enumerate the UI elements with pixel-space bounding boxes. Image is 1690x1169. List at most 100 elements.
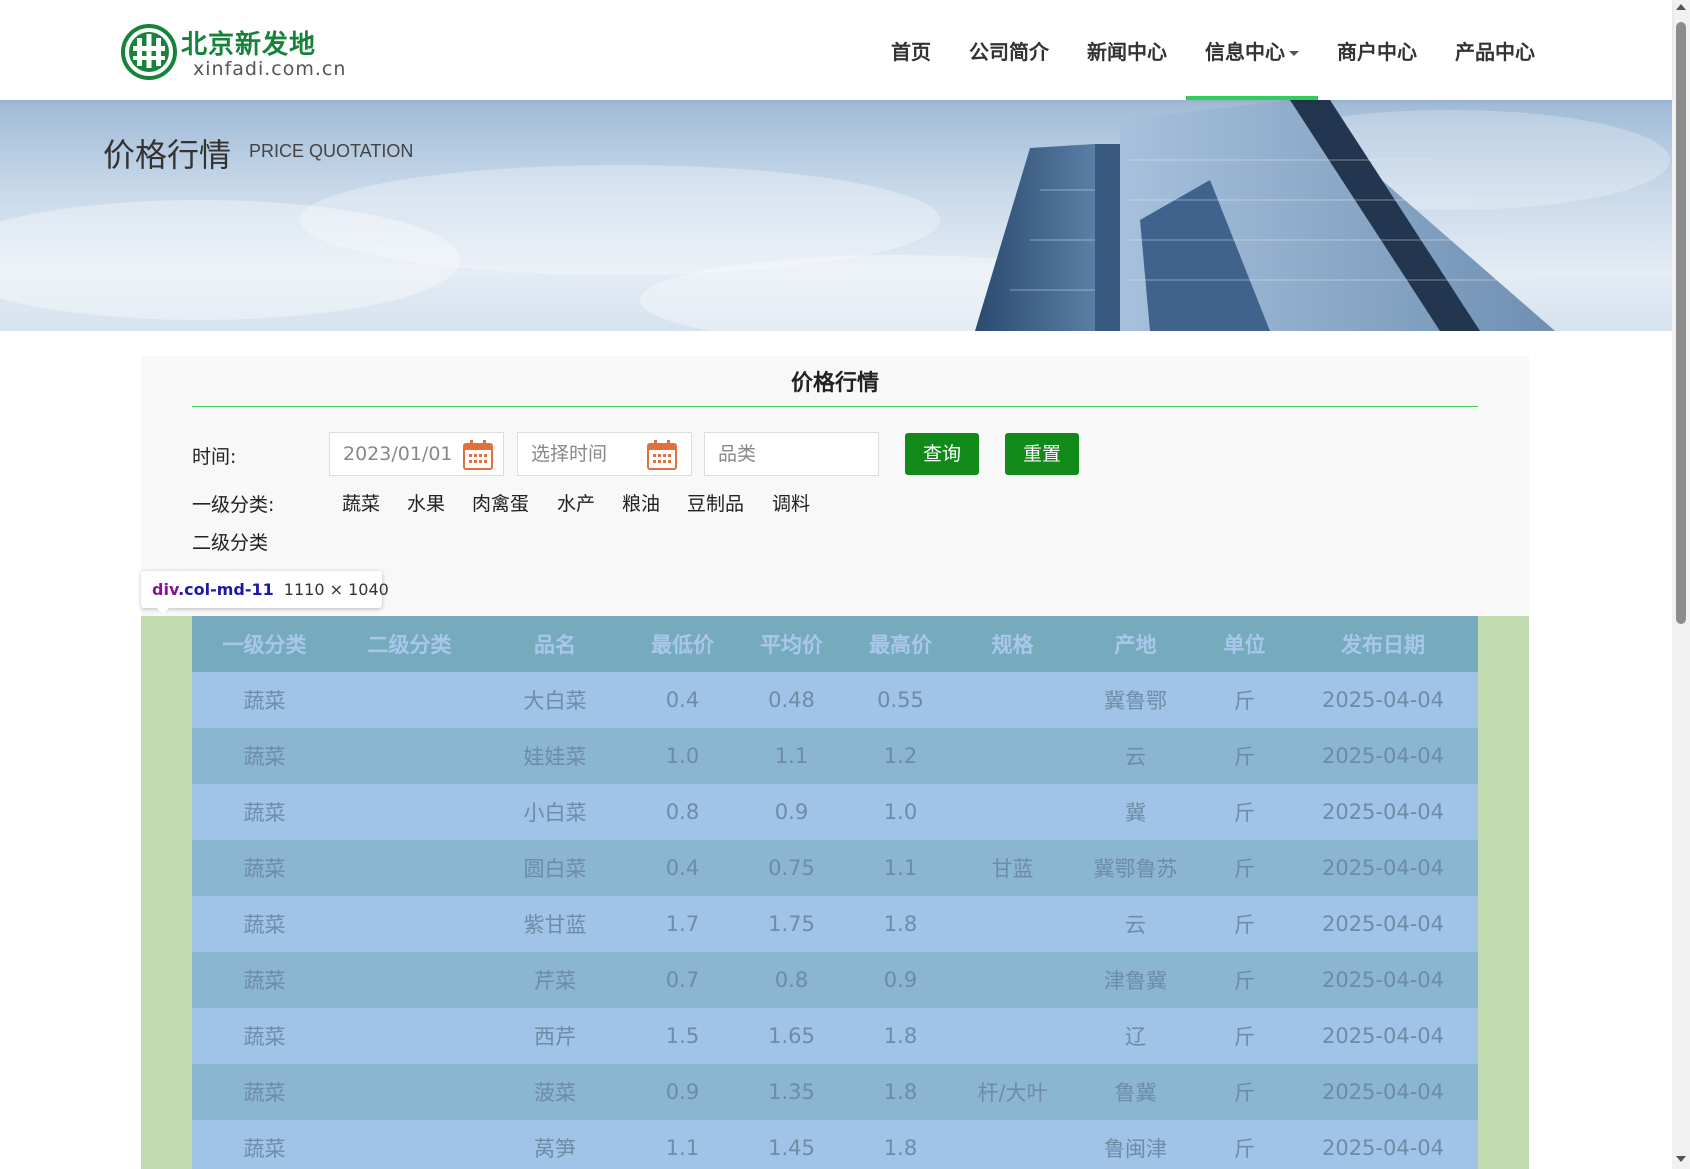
scroll-down-arrow-icon[interactable]: [1676, 1156, 1686, 1162]
nav-home[interactable]: 首页: [872, 0, 950, 100]
table-cell: 0.9: [774, 800, 809, 824]
table-header-cell: 二级分类: [367, 633, 452, 657]
table-cell: 1.1: [774, 744, 809, 768]
table-row: 蔬菜 紫甘蓝 1.7 1.75 1.8 云 斤 2025-04-04: [192, 896, 1478, 952]
table-cell: 杆/大叶: [977, 1081, 1048, 1105]
calendar-icon[interactable]: [646, 439, 678, 471]
category-grain-oil[interactable]: 粮油: [622, 489, 660, 516]
end-date-input[interactable]: 选择时间: [517, 432, 692, 476]
table-cell: 蔬菜: [243, 1081, 286, 1105]
nav-merchant-center[interactable]: 商户中心: [1318, 0, 1436, 100]
level2-label: 二级分类: [192, 532, 269, 554]
page: 北京新发地 xinfadi.com.cn 首页 公司简介 新闻中心 信息中心 商…: [0, 0, 1690, 1169]
table-cell: 2025-04-04: [1321, 856, 1445, 880]
tooltip-arrow: [155, 606, 171, 614]
banner-skyline-image: [0, 100, 1670, 331]
category-input[interactable]: 品类: [704, 432, 879, 476]
table-row: 蔬菜 菠菜 0.9 1.35 1.8 杆/大叶 鲁冀 斤 2025-04-04: [192, 1064, 1478, 1120]
table-header-cell: 平均价: [760, 633, 823, 657]
table-cell: 1.0: [883, 800, 918, 824]
page-scrollbar[interactable]: [1672, 0, 1690, 1169]
nav-product-center[interactable]: 产品中心: [1436, 0, 1554, 100]
table-header-cell: 最低价: [651, 633, 714, 657]
table-cell: 鲁闽津: [1104, 1137, 1167, 1161]
table-cell: 云: [1125, 745, 1146, 769]
table-row: 蔬菜 大白菜 0.4 0.48 0.55 冀鲁鄂 斤 2025-04-04: [192, 672, 1478, 728]
query-button[interactable]: 查询: [905, 433, 979, 475]
table-cell: 大白菜: [523, 689, 587, 713]
page-banner: 价格行情 PRICE QUOTATION: [0, 100, 1672, 331]
table-cell: 1.8: [883, 1136, 918, 1160]
level1-label: 一级分类:: [192, 494, 275, 516]
site-logo[interactable]: 北京新发地 xinfadi.com.cn: [121, 22, 351, 82]
logo-chinese-text: 北京新发地: [181, 30, 317, 60]
table-cell: 斤: [1234, 801, 1255, 825]
table-cell: 蔬菜: [243, 1137, 286, 1161]
table-cell: 1.2: [883, 744, 918, 768]
table-cell: 蔬菜: [243, 745, 286, 769]
table-cell: 0.7: [665, 968, 700, 992]
table-cell: 斤: [1234, 689, 1255, 713]
time-label: 时间:: [192, 446, 237, 468]
tooltip-dimensions: 1110 × 1040: [283, 580, 389, 599]
table-cell: 鲁冀: [1114, 1081, 1157, 1105]
scroll-up-arrow-icon[interactable]: [1676, 4, 1686, 10]
reset-button[interactable]: 重置: [1005, 433, 1079, 475]
table-cell: 紫甘蓝: [523, 913, 587, 937]
table-cell: 2025-04-04: [1321, 744, 1445, 768]
table-row: 蔬菜 莴笋 1.1 1.45 1.8 鲁闽津 斤 2025-04-04: [192, 1120, 1478, 1169]
scrollbar-thumb[interactable]: [1676, 22, 1686, 624]
table-cell: 西芹: [534, 1025, 576, 1049]
caret-down-icon: [1289, 51, 1299, 56]
table-cell: 蔬菜: [243, 913, 286, 937]
table-header-cell: 发布日期: [1341, 633, 1425, 657]
table-cell: 2025-04-04: [1321, 912, 1445, 936]
table-cell: 蔬菜: [243, 857, 286, 881]
category-vegetables[interactable]: 蔬菜: [342, 489, 380, 516]
table-cell: 1.8: [883, 1080, 918, 1104]
table-cell: 0.9: [883, 968, 918, 992]
table-row: 蔬菜 芹菜 0.7 0.8 0.9 津鲁冀 斤 2025-04-04: [192, 952, 1478, 1008]
category-soy-products[interactable]: 豆制品: [687, 489, 744, 516]
banner-title: 价格行情: [103, 136, 232, 174]
table-cell: 0.4: [665, 688, 700, 712]
start-date-input[interactable]: 2023/01/01: [329, 432, 504, 476]
table-cell: 蔬菜: [243, 969, 286, 993]
devtools-tooltip: div.col-md-11 1110 × 1040: [141, 571, 389, 608]
table-row: 蔬菜 圆白菜 0.4 0.75 1.1 甘蓝 冀鄂鲁苏 斤 2025-04-04: [192, 840, 1478, 896]
table-cell: 甘蓝: [991, 857, 1034, 881]
category-aquatic[interactable]: 水产: [557, 489, 595, 516]
table-cell: 小白菜: [523, 801, 587, 825]
table-header-cell: 单位: [1223, 633, 1266, 657]
table-row: 蔬菜 小白菜 0.8 0.9 1.0 冀 斤 2025-04-04: [192, 784, 1478, 840]
end-date-placeholder: 选择时间: [531, 443, 608, 465]
table-cell: 1.45: [768, 1136, 815, 1160]
table-cell: 斤: [1234, 1137, 1255, 1161]
table-cell: 冀鲁鄂: [1104, 689, 1167, 713]
table-cell: 2025-04-04: [1321, 1136, 1445, 1160]
calendar-icon[interactable]: [462, 439, 494, 471]
table-cell: 2025-04-04: [1321, 800, 1445, 824]
table-header-cell: 产地: [1114, 633, 1157, 657]
table-cell: 1.8: [883, 912, 918, 936]
site-header: 北京新发地 xinfadi.com.cn 首页 公司简介 新闻中心 信息中心 商…: [0, 0, 1672, 100]
nav-company-intro[interactable]: 公司简介: [950, 0, 1068, 100]
table-body: 蔬菜 大白菜 0.4 0.48 0.55 冀鲁鄂斤 2025-04-04 蔬菜 娃娃菜 1.0 1.…: [192, 672, 1478, 1169]
table-cell: 0.75: [768, 856, 815, 880]
category-fruit[interactable]: 水果: [407, 489, 445, 516]
table-cell: 1.65: [768, 1024, 815, 1048]
nav-info-center[interactable]: 信息中心: [1186, 0, 1318, 100]
logo-domain-text: xinfadi.com.cn: [193, 58, 347, 80]
table-cell: 1.1: [883, 856, 918, 880]
category-seasoning[interactable]: 调料: [772, 489, 810, 516]
category-meat-poultry-egg[interactable]: 肉禽蛋: [472, 489, 529, 516]
table-cell: 0.8: [665, 800, 700, 824]
table-cell: 娃娃菜: [523, 745, 587, 769]
table-cell: 蔬菜: [243, 689, 286, 713]
table-cell: 0.48: [768, 688, 815, 712]
nav-news-center[interactable]: 新闻中心: [1068, 0, 1186, 100]
table-cell: 1.75: [768, 912, 815, 936]
table-cell: 圆白菜: [523, 857, 587, 881]
table-cell: 斤: [1234, 857, 1255, 881]
table-cell: 斤: [1234, 1025, 1255, 1049]
